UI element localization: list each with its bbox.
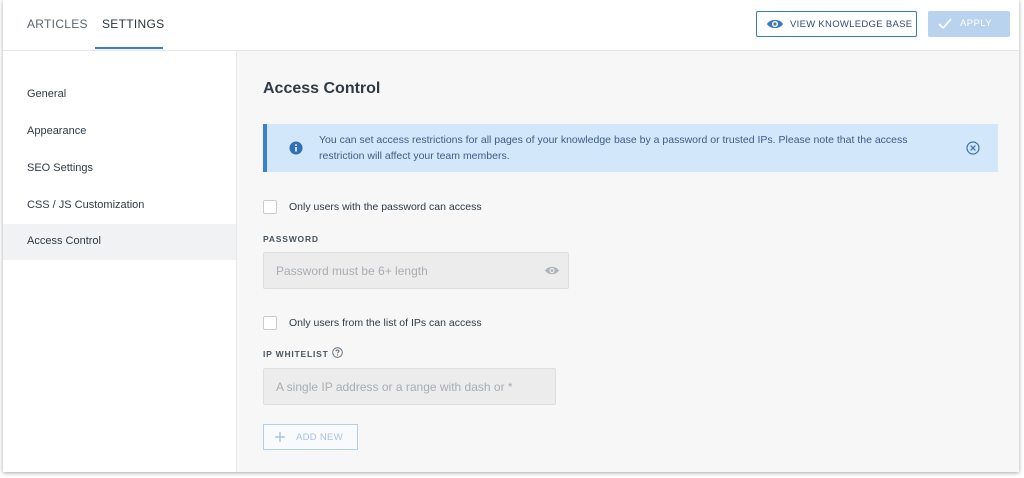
show-password-eye-icon[interactable] bbox=[544, 265, 560, 276]
password-access-label[interactable]: Only users with the password can access bbox=[289, 201, 482, 213]
add-new-button[interactable]: ADD NEW bbox=[263, 424, 358, 450]
view-knowledge-base-button[interactable]: VIEW KNOWLEDGE BASE bbox=[756, 11, 917, 37]
sidebar-item-seo-settings[interactable]: SEO Settings bbox=[3, 151, 236, 187]
apply-label: APPLY bbox=[960, 18, 992, 29]
add-new-label: ADD NEW bbox=[296, 432, 343, 443]
top-bar: ARTICLES SETTINGS VIEW KNOWLEDGE BASE AP… bbox=[3, 0, 1019, 51]
main-content: Access Control You can set access restri… bbox=[237, 51, 1019, 472]
tab-settings[interactable]: SETTINGS bbox=[102, 17, 164, 31]
app-window: ARTICLES SETTINGS VIEW KNOWLEDGE BASE AP… bbox=[3, 0, 1019, 472]
sidebar-item-label: SEO Settings bbox=[27, 162, 94, 174]
password-input[interactable]: Password must be 6+ length bbox=[263, 252, 569, 289]
sidebar-item-access-control[interactable]: Access Control bbox=[3, 224, 236, 260]
sidebar-item-label: Appearance bbox=[27, 125, 87, 137]
eye-icon bbox=[767, 19, 783, 29]
active-tab-indicator bbox=[95, 47, 163, 49]
password-field-label: PASSWORD bbox=[263, 234, 319, 244]
plus-icon bbox=[275, 432, 285, 442]
close-icon[interactable] bbox=[966, 141, 980, 155]
ip-whitelist-input[interactable]: A single IP address or a range with dash… bbox=[263, 368, 556, 405]
ip-access-label[interactable]: Only users from the list of IPs can acce… bbox=[289, 317, 482, 329]
sidebar-item-label: CSS / JS Customization bbox=[27, 199, 145, 211]
sidebar-item-label: Access Control bbox=[27, 235, 101, 247]
password-access-checkbox[interactable] bbox=[263, 200, 277, 214]
view-knowledge-base-label: VIEW KNOWLEDGE BASE bbox=[790, 19, 913, 30]
password-placeholder: Password must be 6+ length bbox=[276, 264, 428, 278]
sidebar-item-label: General bbox=[27, 88, 67, 100]
apply-button[interactable]: APPLY bbox=[928, 11, 1010, 37]
info-icon bbox=[289, 141, 303, 155]
ip-whitelist-placeholder: A single IP address or a range with dash… bbox=[276, 380, 513, 394]
settings-sidebar: General Appearance SEO Settings CSS / JS… bbox=[3, 51, 237, 472]
tab-articles[interactable]: ARTICLES bbox=[27, 17, 88, 31]
alert-message: You can set access restrictions for all … bbox=[319, 134, 908, 162]
checkmark-icon bbox=[938, 18, 952, 29]
sidebar-item-css-js-customization[interactable]: CSS / JS Customization bbox=[3, 188, 236, 224]
sidebar-item-general[interactable]: General bbox=[3, 77, 236, 113]
help-icon[interactable] bbox=[332, 347, 343, 358]
info-alert: You can set access restrictions for all … bbox=[263, 124, 998, 172]
ip-access-checkbox[interactable] bbox=[263, 316, 277, 330]
sidebar-item-appearance[interactable]: Appearance bbox=[3, 114, 236, 150]
page-title: Access Control bbox=[263, 80, 381, 97]
ip-whitelist-label: IP WHITELIST bbox=[263, 349, 329, 359]
